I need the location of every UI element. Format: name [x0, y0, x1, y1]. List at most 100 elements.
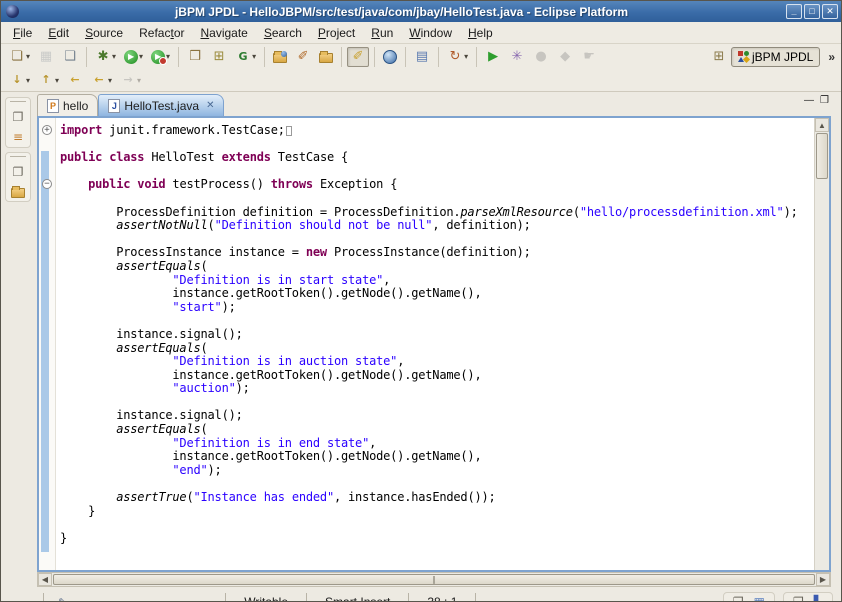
close-window-button[interactable]: ✕ — [822, 4, 838, 19]
new-wizard-icon: ❏ — [9, 49, 25, 65]
scroll-left-icon[interactable]: ◀ — [38, 573, 52, 586]
minimize-window-button[interactable]: _ — [786, 4, 802, 19]
horizontal-scrollbar[interactable]: ◀ ∥ ▶ — [37, 572, 831, 587]
new-process-archive-icon: ❒ — [187, 49, 203, 65]
editor-tab-hellotest-java[interactable]: JHelloTest.java✕ — [98, 94, 224, 116]
code-line: instance.getRootToken().getNode().getNam… — [60, 287, 814, 301]
jbpm-jpdl-perspective-icon — [738, 51, 749, 62]
synchronize-button[interactable]: ↻▾ — [444, 47, 471, 67]
perspective-button-jbpm-jpdl[interactable]: jBPM JPDL — [731, 47, 820, 67]
dropdown-arrow-icon: ▾ — [108, 76, 112, 85]
status-separator — [306, 593, 307, 602]
minimize-editor-icon[interactable]: — — [804, 95, 814, 106]
perspective-more-chevron[interactable]: » — [828, 50, 835, 64]
new-wizard-button[interactable]: ❏▾ — [6, 47, 33, 67]
open-perspective-icon: ⊞ — [711, 49, 727, 65]
back-button[interactable]: ←▾ — [88, 70, 115, 90]
close-tab-icon[interactable]: ✕ — [206, 100, 214, 111]
editor-gutter[interactable]: +− — [39, 118, 56, 570]
java-file-icon: J — [108, 99, 120, 113]
wizard-icon: ✳ — [509, 49, 525, 65]
hierarchy-view-icon[interactable]: ▚ — [814, 595, 823, 602]
menu-item-project[interactable]: Project — [310, 24, 363, 42]
scroll-up-icon[interactable]: ▲ — [815, 118, 829, 132]
code-line: assertTrue("Instance has ended", instanc… — [60, 491, 814, 505]
restore-view-icon[interactable]: ❐ — [793, 595, 804, 602]
menu-item-refactor[interactable]: Refactor — [131, 24, 192, 42]
package-explorer-icon[interactable] — [11, 188, 25, 198]
menu-item-search[interactable]: Search — [256, 24, 310, 42]
update-hand-icon: ☛ — [581, 49, 597, 65]
code-line: instance.getRootToken().getNode().getNam… — [60, 450, 814, 464]
toolbar-group: ↻▾ — [438, 47, 476, 67]
tray-handle[interactable] — [10, 156, 26, 158]
mark-occurrences-button[interactable]: ✐ — [347, 47, 369, 67]
web-browser-globe-button[interactable] — [380, 48, 400, 66]
fold-expand-icon[interactable]: + — [42, 125, 52, 135]
wizard-button[interactable]: ✳ — [506, 47, 528, 67]
tasks-view-icon[interactable]: ▦ — [754, 595, 765, 602]
restore-view-icon[interactable]: ❐ — [13, 110, 24, 124]
debug-icon: ✱ — [95, 49, 111, 65]
maximize-editor-icon[interactable]: ❐ — [820, 95, 829, 106]
menu-item-edit[interactable]: Edit — [40, 24, 77, 42]
open-resource-folder-button[interactable] — [316, 48, 336, 65]
outline-view-icon[interactable]: ≡ — [13, 130, 23, 144]
new-process-archive-button[interactable]: ❒ — [184, 47, 206, 67]
minimized-view-tray: ❐▚ — [783, 592, 833, 602]
open-type-folder-button[interactable] — [270, 48, 290, 65]
run-button[interactable]: ▶▾ — [121, 48, 146, 66]
maximize-window-button[interactable]: □ — [804, 4, 820, 19]
back-icon: ← — [91, 72, 107, 88]
tray-handle[interactable] — [10, 101, 26, 103]
code-line — [60, 233, 814, 247]
dropdown-arrow-icon: ▾ — [26, 52, 30, 61]
next-annotation-button[interactable]: ↓▾ — [6, 70, 33, 90]
fold-collapse-icon[interactable]: − — [42, 179, 52, 189]
code-line: "start"); — [60, 301, 814, 315]
print-button[interactable]: ❑ — [59, 47, 81, 67]
stop-icon: ● — [533, 49, 549, 65]
main-toolbar: ❏▾▦❑✱▾▶▾▶▾❒⊞G▾✐✐▤↻▾▶✳●◆☛ ⊞ jBPM JPDL » — [1, 44, 841, 69]
menu-item-navigate[interactable]: Navigate — [192, 24, 255, 42]
dropdown-arrow-icon: ▾ — [112, 52, 116, 61]
previous-annotation-button[interactable]: ↑▾ — [35, 70, 62, 90]
code-line: public void testProcess() throws Excepti… — [60, 178, 814, 192]
title-bar[interactable]: jBPM JPDL - HelloJBPM/src/test/java/com/… — [1, 1, 841, 22]
stop-button: ● — [530, 47, 552, 67]
code-text[interactable]: import junit.framework.TestCase; public … — [56, 118, 814, 570]
restore-view-icon[interactable]: ❐ — [733, 595, 744, 602]
scroll-right-icon[interactable]: ▶ — [816, 573, 830, 586]
brush-button[interactable]: ✐ — [292, 47, 314, 67]
horizontal-scroll-thumb[interactable]: ∥ — [53, 574, 815, 585]
collapsed-region-box — [286, 126, 292, 136]
synchronize-icon: ↻ — [447, 49, 463, 65]
generate-button[interactable]: G▾ — [232, 47, 259, 67]
update-hand-button: ☛ — [578, 47, 600, 67]
fast-view-tray: ❐ — [5, 152, 31, 202]
debug-button[interactable]: ✱▾ — [92, 47, 119, 67]
code-line: "Definition is in auction state", — [60, 355, 814, 369]
restore-view-icon[interactable]: ❐ — [13, 165, 24, 179]
code-line — [60, 314, 814, 328]
web-browser-globe-icon — [383, 50, 397, 64]
editor-tab-hello[interactable]: Phello — [37, 94, 98, 116]
deploy-grid-icon: ⊞ — [211, 49, 227, 65]
menu-item-help[interactable]: Help — [460, 24, 501, 42]
task-list-button[interactable]: ▤ — [411, 47, 433, 67]
vertical-scroll-thumb[interactable] — [816, 133, 828, 179]
previous-annotation-icon: ↑ — [38, 72, 54, 88]
menu-item-source[interactable]: Source — [77, 24, 131, 42]
run-last-launched-button[interactable]: ▶ — [482, 47, 504, 67]
task-list-icon: ▤ — [414, 49, 430, 65]
menu-item-run[interactable]: Run — [363, 24, 401, 42]
menu-item-window[interactable]: Window — [401, 24, 460, 42]
code-line: instance.signal(); — [60, 328, 814, 342]
run-external-tools-button[interactable]: ▶▾ — [148, 48, 173, 66]
last-edit-location-button[interactable]: ← — [64, 70, 86, 90]
open-perspective-button[interactable]: ⊞ — [708, 47, 730, 67]
forward-icon: → — [120, 72, 136, 88]
deploy-grid-button[interactable]: ⊞ — [208, 47, 230, 67]
menu-item-file[interactable]: File — [5, 24, 40, 42]
vertical-scrollbar[interactable]: ▲ — [814, 118, 829, 570]
